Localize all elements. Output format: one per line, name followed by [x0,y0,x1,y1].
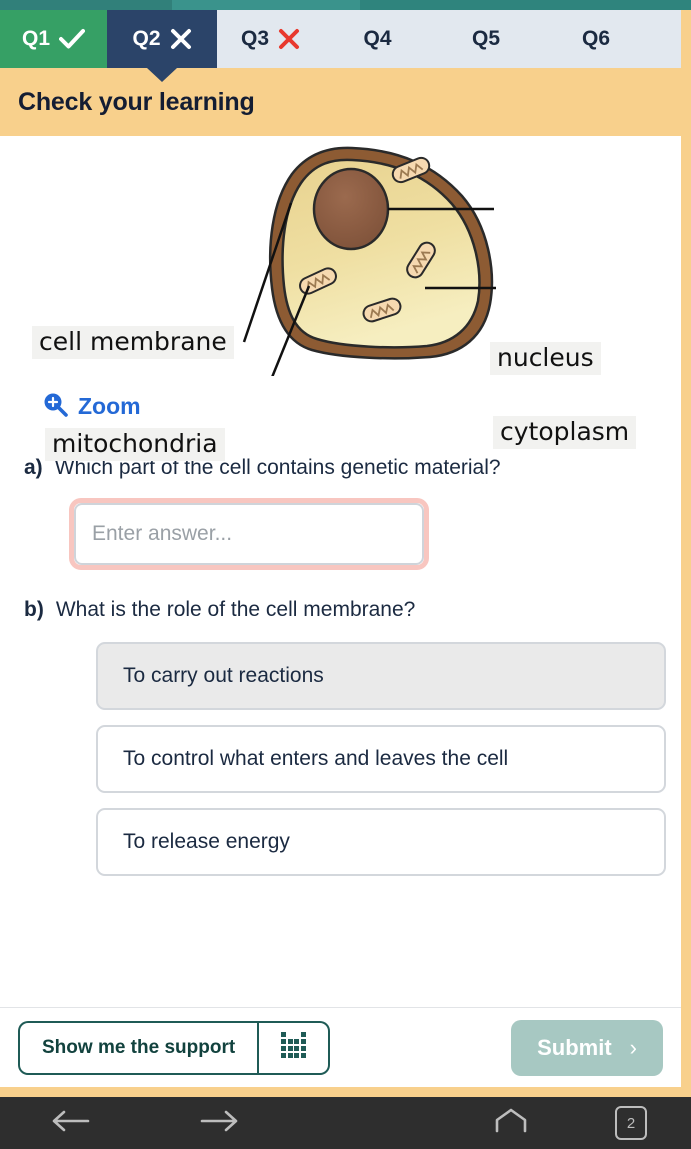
option-1-label: To carry out reactions [123,664,324,687]
tab-count-badge: 2 [615,1106,647,1140]
grid-squares-icon [277,1030,311,1065]
tab-q3-label: Q3 [240,27,269,50]
option-list: To carry out reactions To control what e… [96,642,666,876]
question-b-text: What is the role of the cell membrane? [55,598,416,621]
question-tab-bar: Q1 Q2 Q3 Q4 Q5 Q6 [0,10,681,68]
tab-q4-label: Q4 [363,27,392,50]
question-b: b) What is the role of the cell membrane… [24,598,657,622]
magnifier-plus-icon [42,391,68,422]
top-strip-segment [0,0,172,10]
nav-tabs-button[interactable]: 2 [571,1106,691,1140]
back-arrow-icon [50,1108,90,1139]
close-icon [278,28,300,50]
tab-q1[interactable]: Q1 [0,10,107,68]
option-2[interactable]: To control what enters and leaves the ce… [96,725,666,793]
android-nav-bar: 2 [0,1097,691,1149]
show-support-label: Show me the support [42,1036,236,1058]
option-2-label: To control what enters and leaves the ce… [123,747,509,770]
top-strip-segment [172,0,360,10]
home-icon [492,1107,530,1140]
answer-input-a[interactable] [74,503,424,565]
tab-q4[interactable]: Q4 [324,10,431,68]
nav-back-button[interactable] [0,1108,140,1139]
page-title: Check your learning [18,87,255,116]
question-a-letter: a) [24,456,43,479]
chevron-right-icon: › [629,1034,637,1060]
option-1[interactable]: To carry out reactions [96,642,666,710]
nav-home-button[interactable] [451,1107,571,1140]
answer-field-wrapper [69,498,429,570]
cell-diagram: cell membrane mitochondria nucleus cytop… [0,136,681,461]
diagram-label-mitochondria: mitochondria [45,428,225,461]
forward-arrow-icon [200,1108,240,1139]
diagram-label-cell-membrane: cell membrane [32,326,234,359]
zoom-label: Zoom [78,392,141,419]
support-tools-button[interactable] [258,1020,331,1075]
tab-q1-label: Q1 [21,27,50,50]
tab-q2-label: Q2 [132,27,161,50]
option-3[interactable]: To release energy [96,808,666,876]
card-footer: Show me the support Submit › [0,1007,681,1087]
diagram-label-nucleus: nucleus [490,342,601,375]
submit-label: Submit [537,1034,612,1060]
option-3-label: To release energy [123,830,290,853]
submit-button[interactable]: Submit › [511,1019,663,1076]
question-b-letter: b) [24,598,44,621]
nav-forward-button[interactable] [140,1108,300,1139]
check-icon [59,28,85,50]
show-support-button[interactable]: Show me the support [18,1020,259,1075]
card-header: Check your learning [0,68,681,136]
tab-q6[interactable]: Q6 [541,10,651,68]
questions-block: a) Which part of the cell contains genet… [0,456,681,876]
tab-q2[interactable]: Q2 [107,10,217,68]
support-button-group: Show me the support [18,1020,331,1075]
nucleus-shape [312,167,390,251]
tab-q6-label: Q6 [581,27,610,50]
close-icon [170,28,192,50]
question-card: Q1 Q2 Q3 Q4 Q5 Q6 Check your learning ce… [0,10,691,1097]
browser-top-strip [0,0,691,10]
tab-q5[interactable]: Q5 [431,10,541,68]
top-strip-segment [360,0,691,10]
tab-q5-label: Q5 [471,27,500,50]
diagram-label-cytoplasm: cytoplasm [493,416,637,449]
tab-q3[interactable]: Q3 [217,10,324,68]
